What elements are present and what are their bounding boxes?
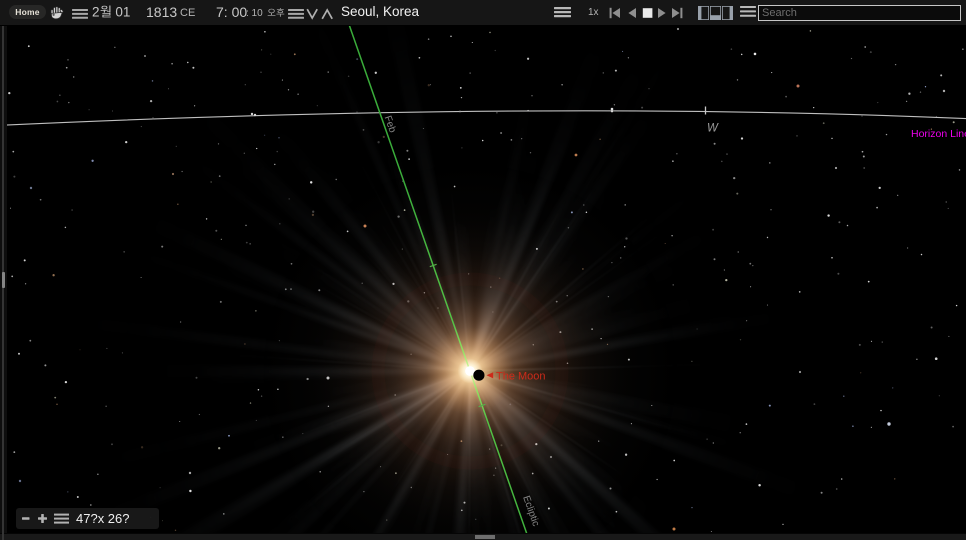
svg-text:01: 01 — [115, 5, 130, 20]
svg-text:W: W — [707, 123, 719, 135]
svg-text:2: 2 — [92, 5, 100, 20]
svg-text:Horizon Line: Horizon Line — [911, 128, 966, 140]
svg-text:The Moon: The Moon — [496, 371, 546, 383]
